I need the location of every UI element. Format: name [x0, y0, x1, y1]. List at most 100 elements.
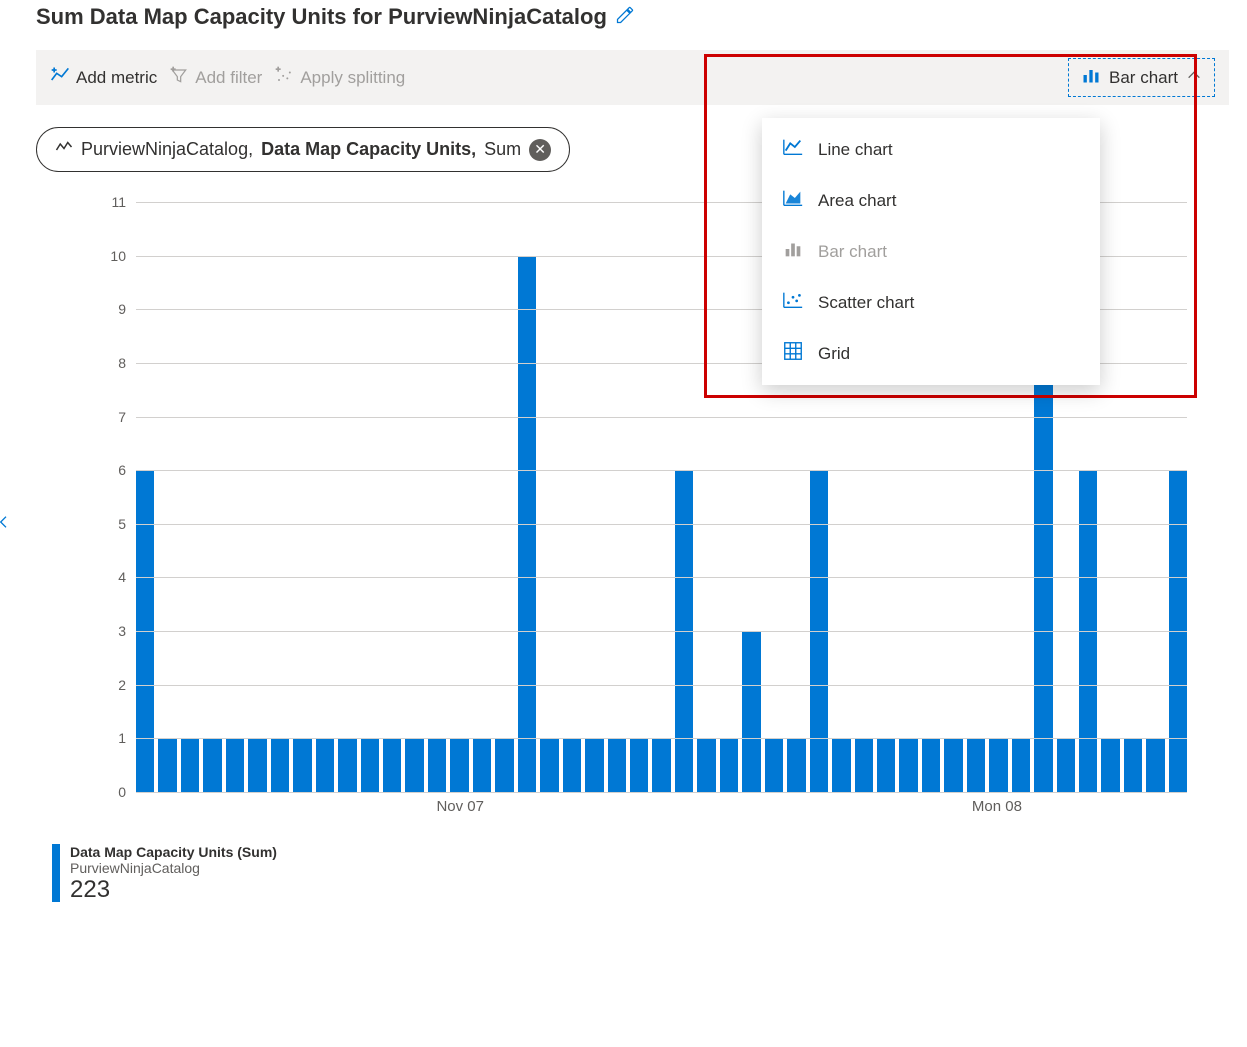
collapse-caret-icon[interactable]: [0, 510, 14, 539]
y-axis-tick: 8: [96, 355, 126, 371]
chart-type-dropdown-button[interactable]: Bar chart: [1068, 58, 1215, 97]
scatter-plus-icon: [274, 65, 294, 90]
chart-bar[interactable]: [697, 738, 715, 792]
chart-bar[interactable]: [405, 738, 423, 792]
filter-plus-icon: [169, 65, 189, 90]
y-axis-tick: 6: [96, 462, 126, 478]
bar-chart-icon: [1081, 65, 1101, 90]
menu-item-label: Line chart: [818, 140, 893, 160]
y-axis-tick: 3: [96, 623, 126, 639]
chart-bar[interactable]: [967, 738, 985, 792]
x-axis: Nov 07 Mon 08: [136, 792, 1187, 822]
metric-pill[interactable]: PurviewNinjaCatalog, Data Map Capacity U…: [36, 127, 570, 172]
scatter-chart-icon: [782, 289, 804, 316]
page-title-row: Sum Data Map Capacity Units for PurviewN…: [36, 4, 1247, 30]
line-zigzag-icon: [55, 138, 73, 161]
chart-bar[interactable]: [540, 738, 558, 792]
apply-splitting-label: Apply splitting: [300, 68, 405, 88]
chart-bar[interactable]: [1101, 738, 1119, 792]
y-axis-tick: 7: [96, 409, 126, 425]
chart-bar[interactable]: [383, 738, 401, 792]
chart-bar[interactable]: [1012, 738, 1030, 792]
menu-item-grid[interactable]: Grid: [762, 328, 1100, 379]
chart-bar[interactable]: [563, 738, 581, 792]
remove-metric-icon[interactable]: ✕: [529, 139, 551, 161]
y-axis-tick: 9: [96, 301, 126, 317]
chart-bar[interactable]: [495, 738, 513, 792]
grid-line: [136, 685, 1187, 686]
menu-item-area-chart[interactable]: Area chart: [762, 175, 1100, 226]
chart-bar[interactable]: [338, 738, 356, 792]
edit-title-icon[interactable]: [615, 5, 635, 30]
chart-bar[interactable]: [832, 738, 850, 792]
chart-bar[interactable]: [158, 738, 176, 792]
add-filter-label: Add filter: [195, 68, 262, 88]
pill-agg: Sum: [484, 139, 521, 160]
y-axis-tick: 0: [96, 784, 126, 800]
chart-bar[interactable]: [316, 738, 334, 792]
menu-item-bar-chart: Bar chart: [762, 226, 1100, 277]
chart-bar[interactable]: [630, 738, 648, 792]
grid-line: [136, 524, 1187, 525]
x-axis-tick: Nov 07: [436, 798, 484, 815]
grid-line: [136, 631, 1187, 632]
chart-bar[interactable]: [899, 738, 917, 792]
chart-bar[interactable]: [473, 738, 491, 792]
chart-bar[interactable]: [226, 738, 244, 792]
bar-chart-icon: [782, 238, 804, 265]
chart-bar[interactable]: [585, 738, 603, 792]
x-axis-tick: Mon 08: [972, 798, 1022, 815]
chart-bar[interactable]: [742, 631, 760, 792]
line-plus-icon: [50, 65, 70, 90]
add-metric-label: Add metric: [76, 68, 157, 88]
chart-bar[interactable]: [203, 738, 221, 792]
chart-bar[interactable]: [181, 738, 199, 792]
chart-bar[interactable]: [989, 738, 1007, 792]
y-axis-tick: 4: [96, 569, 126, 585]
area-chart-icon: [782, 187, 804, 214]
legend-title: Data Map Capacity Units (Sum): [70, 844, 277, 860]
chart-bar[interactable]: [608, 738, 626, 792]
y-axis-tick: 1: [96, 730, 126, 746]
chart-bar[interactable]: [1124, 738, 1142, 792]
chart-toolbar: Add metric Add filter Apply splitting Ba…: [36, 50, 1229, 105]
chart-bar[interactable]: [720, 738, 738, 792]
chart-bar[interactable]: [361, 738, 379, 792]
legend-value: 223: [70, 876, 277, 904]
chart-type-label: Bar chart: [1109, 68, 1178, 88]
legend-swatch: [52, 844, 60, 902]
chart-legend: Data Map Capacity Units (Sum) PurviewNin…: [52, 844, 1247, 904]
menu-item-label: Area chart: [818, 191, 896, 211]
add-metric-button[interactable]: Add metric: [50, 65, 157, 90]
chart-bar[interactable]: [271, 738, 289, 792]
chart-bar[interactable]: [877, 738, 895, 792]
menu-item-line-chart[interactable]: Line chart: [762, 124, 1100, 175]
y-axis-tick: 5: [96, 516, 126, 532]
chart-bar[interactable]: [1057, 738, 1075, 792]
chart-bar[interactable]: [293, 738, 311, 792]
menu-item-label: Grid: [818, 344, 850, 364]
menu-item-label: Scatter chart: [818, 293, 914, 313]
chart-type-menu: Line chart Area chart Bar chart Scatter …: [762, 118, 1100, 385]
chart-bar[interactable]: [248, 738, 266, 792]
menu-item-scatter-chart[interactable]: Scatter chart: [762, 277, 1100, 328]
y-axis-tick: 10: [96, 248, 126, 264]
chart-bar[interactable]: [1146, 738, 1164, 792]
grid-icon: [782, 340, 804, 367]
chart-bar[interactable]: [855, 738, 873, 792]
add-filter-button[interactable]: Add filter: [169, 65, 262, 90]
menu-item-label: Bar chart: [818, 242, 887, 262]
legend-subtitle: PurviewNinjaCatalog: [70, 860, 277, 876]
y-axis-tick: 11: [96, 194, 126, 210]
chart-bar[interactable]: [944, 738, 962, 792]
apply-splitting-button[interactable]: Apply splitting: [274, 65, 405, 90]
grid-line: [136, 470, 1187, 471]
chart-bar[interactable]: [450, 738, 468, 792]
chart-bar[interactable]: [428, 738, 446, 792]
y-axis-tick: 2: [96, 677, 126, 693]
chart-bar[interactable]: [765, 738, 783, 792]
chart-bar[interactable]: [922, 738, 940, 792]
page-title: Sum Data Map Capacity Units for PurviewN…: [36, 4, 607, 30]
chart-bar[interactable]: [652, 738, 670, 792]
chart-bar[interactable]: [787, 738, 805, 792]
